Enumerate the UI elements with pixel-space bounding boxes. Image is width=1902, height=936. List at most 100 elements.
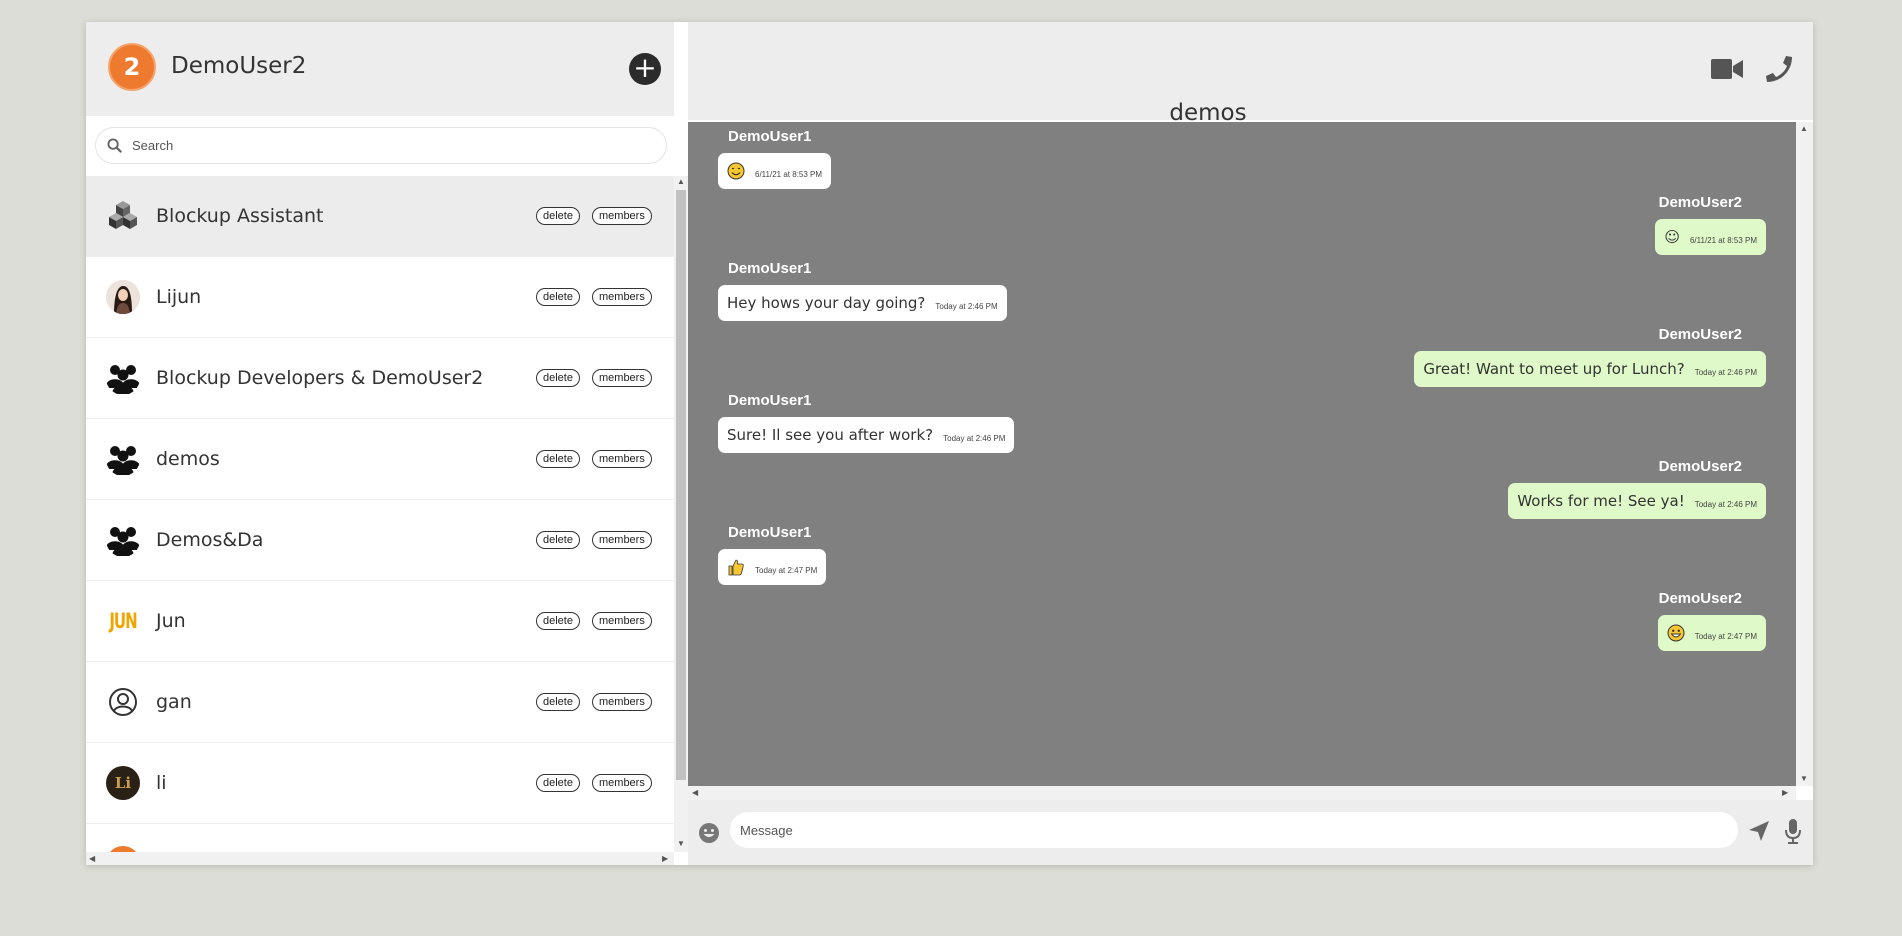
conversation-item[interactable]: Blockup Developers & DemoUser2 delete me… [86,338,674,419]
message-sender: DemoUser2 [1658,458,1742,475]
blocks-logo-icon [106,199,140,233]
photo-avatar [106,280,140,314]
chat-panel: demos DemoUser1 6/11/21 at 8:53 PM DemoUse… [688,22,1813,865]
message-timestamp: Today at 2:46 PM [935,301,998,311]
conversation-name: Demos&Da [156,529,264,551]
delete-button[interactable]: delete [536,774,580,792]
message-sender: DemoUser1 [728,392,812,409]
message-timestamp: Today at 2:46 PM [1694,367,1757,377]
li-logo: Li [106,766,140,800]
message-sender: DemoUser1 [728,128,812,145]
message-sender: DemoUser1 [728,260,812,277]
search-icon [96,138,132,153]
members-button[interactable]: members [592,369,652,387]
send-icon[interactable] [1748,820,1770,842]
sidebar-header: 2 DemoUser2 + [86,22,674,116]
delete-button[interactable]: delete [536,207,580,225]
message-bubble: Sure! Il see you after work? Today at 2:4… [718,417,1015,453]
scroll-up-arrow-icon[interactable]: ▲ [1800,124,1808,133]
conversation-name: Blockup Assistant [156,205,324,227]
messages-vertical-scrollbar[interactable]: ▲ ▼ [1796,122,1813,786]
scrollbar-thumb[interactable] [676,190,686,780]
message-sender: DemoUser2 [1658,326,1742,343]
message-bubble: Great! Want to meet up for Lunch? Today a… [1414,351,1766,387]
scroll-left-arrow-icon[interactable]: ◀ [89,854,95,863]
message-text: Hey hows your day going? [727,294,926,312]
scroll-right-arrow-icon[interactable]: ▶ [1782,788,1788,797]
message-bubble: ☺ 6/11/21 at 8:53 PM [1655,219,1766,255]
messages-horizontal-scrollbar[interactable]: ◀ ▶ [688,786,1796,800]
conversation-name: gan [156,691,192,713]
message-sender: DemoUser2 [1658,590,1742,607]
conversation-name: Jun [156,610,186,632]
message-sender: DemoUser1 [728,524,812,541]
members-button[interactable]: members [592,288,652,306]
message-timestamp: Today at 2:46 PM [943,433,1006,443]
conversation-list: Blockup Assistant delete members Lijun d… [86,176,674,852]
li-logo-text: Li [114,774,132,792]
message-timestamp: Today at 2:46 PM [1694,499,1757,509]
message-text: Works for me! See ya! [1517,492,1685,510]
group-icon [106,523,140,557]
conversation-item[interactable]: Li li delete members [86,743,674,824]
members-button[interactable]: members [592,207,652,225]
conversation-name: Blockup Developers & DemoUser2 [156,367,484,389]
user-avatar[interactable]: 2 [108,43,156,91]
conversation-sidebar: 2 DemoUser2 + Blockup Assistant [86,22,688,865]
conversation-item[interactable] [86,824,674,852]
thumbs-up-emoji-icon [727,558,745,576]
conversation-item[interactable]: JUN Jun delete members [86,581,674,662]
delete-button[interactable]: delete [536,693,580,711]
phone-call-icon[interactable] [1765,55,1793,83]
conversation-item[interactable]: demos delete members [86,419,674,500]
video-call-icon[interactable] [1711,58,1743,80]
conversation-item[interactable]: Blockup Assistant delete members [86,176,674,257]
delete-button[interactable]: delete [536,450,580,468]
conversation-item[interactable]: gan delete members [86,662,674,743]
scroll-down-arrow-icon[interactable]: ▼ [1800,774,1808,783]
jun-logo-text: JUN [109,608,137,634]
members-button[interactable]: members [592,693,652,711]
scroll-down-arrow-icon[interactable]: ▼ [677,839,685,848]
smile-emoji-icon [727,162,745,180]
jun-logo: JUN [106,604,140,638]
new-conversation-button[interactable]: + [629,53,661,85]
message-composer [688,800,1813,865]
conversation-item[interactable]: Demos&Da delete members [86,500,674,581]
delete-button[interactable]: delete [536,531,580,549]
microphone-icon[interactable] [1784,818,1802,844]
message-timestamp: Today at 2:47 PM [1694,631,1757,641]
message-bubble: Today at 2:47 PM [1657,615,1766,651]
group-icon [106,442,140,476]
conversation-name: demos [156,448,220,470]
scroll-left-arrow-icon[interactable]: ◀ [692,788,698,797]
current-username: DemoUser2 [171,53,307,79]
message-bubble: 6/11/21 at 8:53 PM [718,153,832,189]
emoji-picker-icon[interactable] [698,822,720,844]
conversation-name: li [156,772,167,794]
sidebar-vertical-scrollbar[interactable]: ▲ ▼ [674,176,688,852]
scroll-right-arrow-icon[interactable]: ▶ [662,854,668,863]
message-text: ☺ [1664,228,1680,246]
delete-button[interactable]: delete [536,612,580,630]
grin-emoji-icon [1667,624,1685,642]
scroll-up-arrow-icon[interactable]: ▲ [677,177,685,186]
search-input[interactable] [132,128,666,163]
group-icon [106,361,140,395]
user-circle-icon [106,685,140,719]
members-button[interactable]: members [592,612,652,630]
search-bar [96,128,666,163]
conversation-name: Lijun [156,286,202,308]
delete-button[interactable]: delete [536,288,580,306]
message-sender: DemoUser2 [1658,194,1742,211]
members-button[interactable]: members [592,774,652,792]
sidebar-horizontal-scrollbar[interactable]: ◀ ▶ [86,852,674,865]
conversation-item[interactable]: Lijun delete members [86,257,674,338]
message-input[interactable] [730,812,1738,848]
delete-button[interactable]: delete [536,369,580,387]
chat-app-window: 2 DemoUser2 + Blockup Assistant [86,22,1813,865]
members-button[interactable]: members [592,531,652,549]
message-timestamp: 6/11/21 at 8:53 PM [755,169,823,179]
message-bubble: Today at 2:47 PM [718,549,827,585]
members-button[interactable]: members [592,450,652,468]
